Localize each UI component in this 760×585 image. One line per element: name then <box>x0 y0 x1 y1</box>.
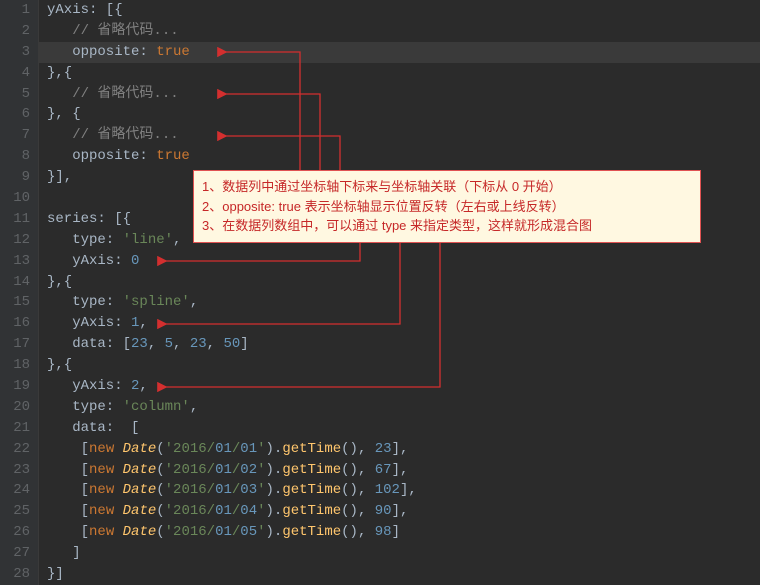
line-number: 1 <box>4 0 30 21</box>
line-number: 6 <box>4 104 30 125</box>
annotation-callout: 1、数据列中通过坐标轴下标来与坐标轴关联（下标从 0 开始） 2、opposit… <box>193 170 701 243</box>
line-number: 26 <box>4 522 30 543</box>
line-number-gutter: 1234567891011121314151617181920212223242… <box>0 0 39 585</box>
code-line[interactable]: yAxis: 1, <box>47 313 760 334</box>
code-line[interactable]: // 省略代码... <box>47 125 760 146</box>
line-number: 20 <box>4 397 30 418</box>
line-number: 25 <box>4 501 30 522</box>
code-line[interactable]: data: [23, 5, 23, 50] <box>47 334 760 355</box>
line-number: 22 <box>4 439 30 460</box>
line-number: 5 <box>4 84 30 105</box>
line-number: 19 <box>4 376 30 397</box>
code-line[interactable]: yAxis: 2, <box>47 376 760 397</box>
line-number: 10 <box>4 188 30 209</box>
code-line[interactable]: [new Date('2016/01/02').getTime(), 67], <box>47 460 760 481</box>
code-line[interactable]: },{ <box>47 63 760 84</box>
line-number: 12 <box>4 230 30 251</box>
annotation-line-3: 3、在数据列数组中，可以通过 type 来指定类型，这样就形成混合图 <box>202 216 692 236</box>
line-number: 15 <box>4 292 30 313</box>
code-line[interactable]: [new Date('2016/01/01').getTime(), 23], <box>47 439 760 460</box>
line-number: 8 <box>4 146 30 167</box>
line-number: 3 <box>4 42 30 63</box>
line-number: 21 <box>4 418 30 439</box>
line-number: 2 <box>4 21 30 42</box>
code-line[interactable]: }, { <box>47 104 760 125</box>
code-line[interactable]: opposite: true <box>47 146 760 167</box>
code-line[interactable]: yAxis: 0 <box>47 251 760 272</box>
line-number: 17 <box>4 334 30 355</box>
code-line[interactable]: // 省略代码... <box>47 84 760 105</box>
line-number: 9 <box>4 167 30 188</box>
line-number: 13 <box>4 251 30 272</box>
line-number: 28 <box>4 564 30 585</box>
line-number: 16 <box>4 313 30 334</box>
code-line[interactable]: [new Date('2016/01/03').getTime(), 102], <box>47 480 760 501</box>
code-line[interactable]: }] <box>47 564 760 585</box>
code-line[interactable]: ] <box>47 543 760 564</box>
code-line[interactable]: },{ <box>47 272 760 293</box>
code-line[interactable]: type: 'spline', <box>47 292 760 313</box>
code-line[interactable]: [new Date('2016/01/04').getTime(), 90], <box>47 501 760 522</box>
code-line[interactable]: // 省略代码... <box>47 21 760 42</box>
annotation-line-2: 2、opposite: true 表示坐标轴显示位置反转（左右或上线反转） <box>202 197 692 217</box>
line-number: 23 <box>4 460 30 481</box>
line-number: 4 <box>4 63 30 84</box>
line-number: 7 <box>4 125 30 146</box>
code-line[interactable]: type: 'column', <box>47 397 760 418</box>
line-number: 11 <box>4 209 30 230</box>
code-area[interactable]: yAxis: [{ // 省略代码... opposite: true},{ /… <box>39 0 760 585</box>
annotation-line-1: 1、数据列中通过坐标轴下标来与坐标轴关联（下标从 0 开始） <box>202 177 692 197</box>
code-line[interactable]: yAxis: [{ <box>47 0 760 21</box>
code-line[interactable]: },{ <box>47 355 760 376</box>
code-line[interactable]: data: [ <box>47 418 760 439</box>
line-number: 18 <box>4 355 30 376</box>
line-number: 27 <box>4 543 30 564</box>
line-number: 14 <box>4 272 30 293</box>
line-number: 24 <box>4 480 30 501</box>
code-editor[interactable]: 1234567891011121314151617181920212223242… <box>0 0 760 585</box>
code-line[interactable]: [new Date('2016/01/05').getTime(), 98] <box>47 522 760 543</box>
code-line[interactable]: opposite: true <box>39 42 760 63</box>
